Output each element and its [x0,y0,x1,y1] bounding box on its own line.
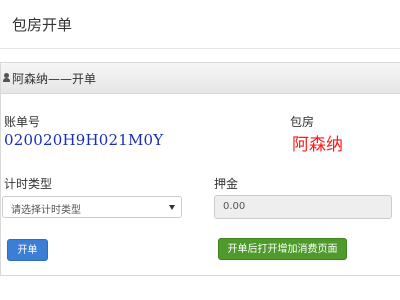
open-and-add-consumption-button[interactable]: 开单后打开增加消费页面 [218,238,347,260]
open-order-button[interactable]: 开单 [7,239,48,261]
room-name: 阿森纳 [292,135,343,155]
panel-title: 阿森纳——开单 [12,72,97,86]
account-label: 账单号 [4,115,41,129]
timing-type-selected: 请选择计时类型 [11,205,81,216]
timing-type-label: 计时类型 [4,177,53,191]
deposit-value: 0.00 [223,201,246,212]
account-number: 020020H9H021M0Y [4,131,164,149]
page-header: 包房开单 [0,0,400,49]
room-label: 包房 [290,115,315,129]
deposit-label: 押金 [214,177,239,191]
timing-type-select[interactable]: 请选择计时类型 [2,196,182,218]
page-title: 包房开单 [12,16,73,34]
panel-heading: 阿森纳——开单 [1,63,400,94]
user-icon [3,73,10,82]
chevron-down-icon [169,205,175,210]
deposit-field[interactable]: 0.00 [214,195,392,219]
page: 包房开单 阿森纳——开单 账单号 020020H9H021M0Y 包房 阿森纳 … [0,0,400,300]
